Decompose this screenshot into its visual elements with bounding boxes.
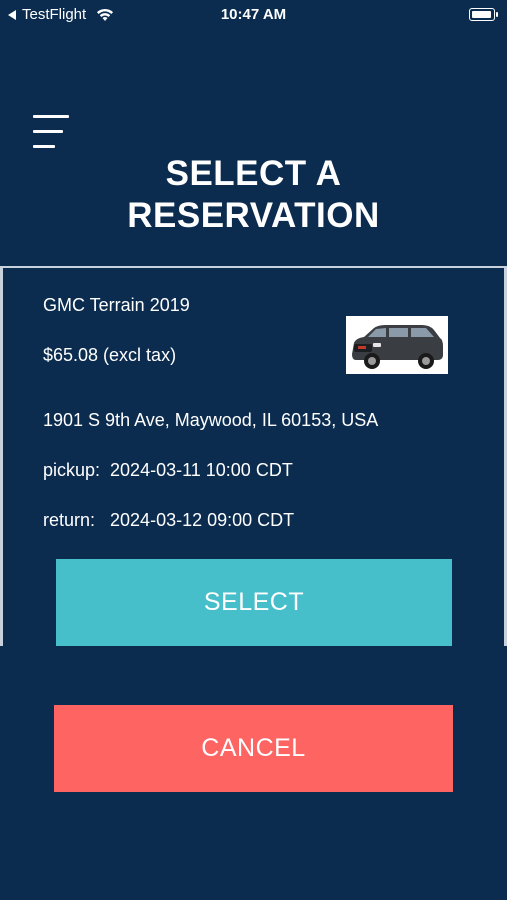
page-title: SELECT A RESERVATION bbox=[0, 153, 507, 237]
status-bar: TestFlight 10:47 AM bbox=[0, 0, 507, 30]
vehicle-name: GMC Terrain 2019 bbox=[43, 295, 190, 315]
cancel-button[interactable]: CANCEL bbox=[54, 705, 453, 792]
select-button[interactable]: SELECT bbox=[56, 559, 452, 646]
car-photo bbox=[346, 316, 448, 374]
battery-level bbox=[472, 11, 491, 18]
select-button-label: SELECT bbox=[203, 588, 305, 616]
hamburger-menu-icon[interactable] bbox=[33, 115, 73, 151]
cancel-button-label: CANCEL bbox=[201, 734, 306, 762]
status-time: 10:47 AM bbox=[220, 6, 287, 23]
page-title-line-2: RESERVATION bbox=[127, 196, 380, 235]
return-time: return: 2024-03-12 09:00 CDT bbox=[43, 510, 295, 530]
page-title-line-1: SELECT A bbox=[165, 154, 342, 193]
battery-icon bbox=[469, 8, 498, 21]
vehicle-price: $65.08 (excl tax) bbox=[43, 345, 177, 365]
pickup-address: 1901 S 9th Ave, Maywood, IL 60153, USA bbox=[43, 410, 379, 430]
pickup-time: pickup: 2024-03-11 10:00 CDT bbox=[43, 460, 293, 480]
